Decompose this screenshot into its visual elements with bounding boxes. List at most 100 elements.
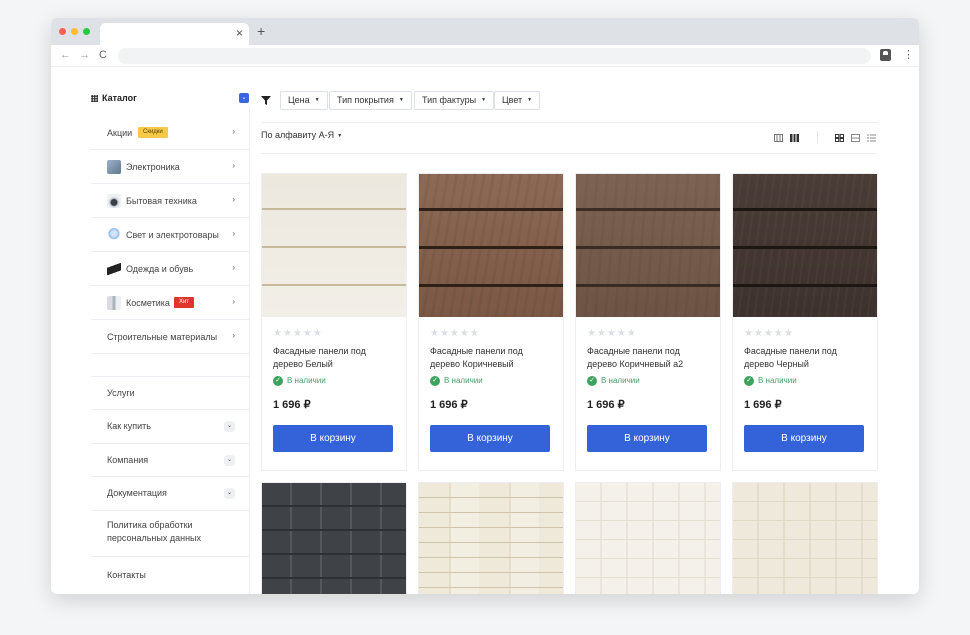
chevron-down-icon[interactable]: ⌄ xyxy=(224,421,235,432)
caret-down-icon: ▼ xyxy=(527,97,533,104)
catalog-header[interactable]: Каталог ⌄ xyxy=(91,89,249,109)
stock-status: ✓ В наличии xyxy=(744,376,797,386)
product-image[interactable] xyxy=(262,483,406,594)
sidebar-item-label: Как купить xyxy=(107,421,151,431)
tab-bar: × + xyxy=(51,18,919,45)
grid-icon xyxy=(91,95,98,102)
sidebar-item-label: Компания xyxy=(107,455,149,465)
product-name[interactable]: Фасадные панели под дерево Черный xyxy=(744,345,869,371)
product-card[interactable]: ★★★★★ Фасадные панели под дерево Коричне… xyxy=(575,173,721,471)
product-price: 1 696 ₽ xyxy=(744,399,782,411)
reload-icon[interactable]: C xyxy=(99,48,107,62)
sidebar-item-label: Бытовая техника xyxy=(126,196,197,206)
chevron-right-icon: › xyxy=(232,161,235,170)
check-icon: ✓ xyxy=(273,376,283,386)
sidebar-item-contacts[interactable]: Контакты xyxy=(91,556,249,594)
add-to-cart-button[interactable]: В корзину xyxy=(587,425,707,452)
sidebar-divider xyxy=(249,107,250,594)
sort-divider xyxy=(261,153,877,154)
menu-icon[interactable]: ⋮ xyxy=(903,48,914,62)
profile-icon[interactable] xyxy=(880,49,891,61)
check-icon: ✓ xyxy=(587,376,597,386)
rating-stars: ★★★★★ xyxy=(744,328,794,339)
sidebar-item-label-line1: Политика обработки xyxy=(107,520,193,530)
product-card[interactable] xyxy=(732,482,878,594)
address-bar[interactable] xyxy=(118,48,871,64)
product-image[interactable] xyxy=(733,174,877,317)
view-divider xyxy=(817,131,818,143)
sidebar-item-company[interactable]: Компания ⌄ xyxy=(91,443,249,476)
browser-tab[interactable]: × xyxy=(100,23,249,45)
sidebar-item-label: Акции xyxy=(107,128,133,138)
sidebar-item-label: Одежда и обувь xyxy=(126,264,194,274)
product-name[interactable]: Фасадные панели под дерево Белый xyxy=(273,345,398,371)
sidebar-item-electronics[interactable]: Электроника › xyxy=(91,150,249,184)
add-to-cart-button[interactable]: В корзину xyxy=(273,425,393,452)
sidebar-item-label-line2: персональных данных xyxy=(107,533,202,543)
product-price: 1 696 ₽ xyxy=(273,399,311,411)
product-name[interactable]: Фасадные панели под дерево Коричневый xyxy=(430,345,555,371)
filter-label: Цвет xyxy=(502,95,523,105)
sidebar-item-lighting[interactable]: Свет и электротовары › xyxy=(91,218,249,252)
chevron-right-icon: › xyxy=(232,331,235,340)
product-card[interactable] xyxy=(575,482,721,594)
maximize-window-dot[interactable] xyxy=(83,28,90,35)
chevron-right-icon: › xyxy=(232,297,235,306)
filter-icon[interactable] xyxy=(261,96,271,105)
filter-color[interactable]: Цвет ▼ xyxy=(494,91,541,110)
sort-label: По алфавиту А-Я xyxy=(261,130,335,140)
table-view-icon[interactable] xyxy=(867,134,876,142)
product-card[interactable]: ★★★★★ Фасадные панели под дерево Коричне… xyxy=(418,173,564,471)
caret-down-icon: ▼ xyxy=(337,132,343,139)
sidebar-item-sales[interactable]: Акции Скидки › xyxy=(91,116,249,150)
cosmetics-icon xyxy=(107,296,121,310)
sidebar-item-cosmetics[interactable]: Косметика Хит › xyxy=(91,286,249,320)
forward-icon[interactable]: → xyxy=(79,48,90,62)
list-view-icon[interactable] xyxy=(851,134,860,142)
add-to-cart-button[interactable]: В корзину xyxy=(430,425,550,452)
sidebar-item-label: Услуги xyxy=(107,388,135,398)
close-window-dot[interactable] xyxy=(59,28,66,35)
product-card[interactable] xyxy=(418,482,564,594)
chevron-down-icon[interactable]: ⌄ xyxy=(224,455,235,466)
product-card[interactable] xyxy=(261,482,407,594)
back-icon[interactable]: ← xyxy=(60,48,71,62)
browser-window: × + ← → C ⋮ Каталог ⌄ Акции Скидки › Эле xyxy=(51,18,919,594)
filter-price[interactable]: Цена ▼ xyxy=(280,91,328,110)
new-tab-icon[interactable]: + xyxy=(257,24,265,38)
sidebar-item-appliances[interactable]: Бытовая техника › xyxy=(91,184,249,218)
filter-texture-type[interactable]: Тип фактуры ▼ xyxy=(414,91,495,110)
product-image[interactable] xyxy=(262,174,406,317)
tab-close-icon[interactable]: × xyxy=(236,27,243,39)
product-card[interactable]: ★★★★★ Фасадные панели под дерево Черный … xyxy=(732,173,878,471)
view-wide-icon[interactable] xyxy=(790,134,799,142)
sidebar-item-clothing[interactable]: Одежда и обувь › xyxy=(91,252,249,286)
sidebar-item-building-materials[interactable]: Строительные материалы › xyxy=(91,320,249,354)
chevron-down-icon[interactable]: ⌄ xyxy=(224,488,235,499)
product-image[interactable] xyxy=(419,174,563,317)
chevron-right-icon: › xyxy=(232,127,235,136)
lightbulb-icon xyxy=(107,228,121,242)
grid-view-icon[interactable] xyxy=(835,134,844,142)
minimize-window-dot[interactable] xyxy=(71,28,78,35)
caret-down-icon: ▼ xyxy=(314,97,320,104)
product-image[interactable] xyxy=(576,483,720,594)
product-image[interactable] xyxy=(576,174,720,317)
filter-coating-type[interactable]: Тип покрытия ▼ xyxy=(329,91,412,110)
add-to-cart-button[interactable]: В корзину xyxy=(744,425,864,452)
catalog-toggle-icon[interactable]: ⌄ xyxy=(239,93,249,103)
sidebar-item-services[interactable]: Услуги xyxy=(91,376,249,409)
chevron-right-icon: › xyxy=(232,195,235,204)
filter-label: Тип покрытия xyxy=(337,95,394,105)
sidebar-item-privacy-policy[interactable]: Политика обработки персональных данных xyxy=(91,510,249,556)
sort-dropdown[interactable]: По алфавиту А-Я ▼ xyxy=(261,130,342,140)
sidebar-item-how-to-buy[interactable]: Как купить ⌄ xyxy=(91,409,249,443)
sidebar-item-label: Документация xyxy=(107,488,167,498)
product-card[interactable]: ★★★★★ Фасадные панели под дерево Белый ✓… xyxy=(261,173,407,471)
sidebar-item-documentation[interactable]: Документация ⌄ xyxy=(91,476,249,510)
product-name[interactable]: Фасадные панели под дерево Коричневый а2 xyxy=(587,345,712,371)
product-image[interactable] xyxy=(419,483,563,594)
view-compact-icon[interactable] xyxy=(774,134,783,142)
sidebar-item-label: Свет и электротовары xyxy=(126,230,219,240)
product-image[interactable] xyxy=(733,483,877,594)
